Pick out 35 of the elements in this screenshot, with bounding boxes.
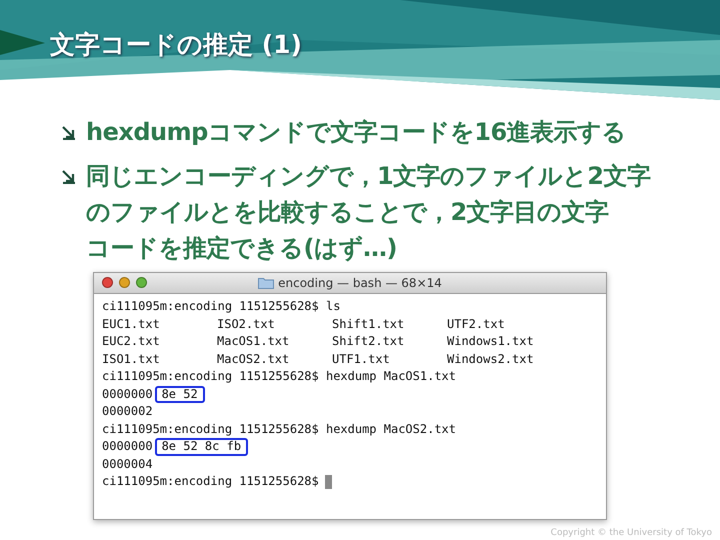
file-name: Windows1.txt [447, 333, 535, 350]
window-title: encoding — bash — 68×14 [278, 276, 442, 290]
file-name: ISO1.txt [102, 350, 161, 368]
text-cursor [324, 474, 332, 489]
terminal-line: ci111095m:encoding 1151255628$ hexdump MacOS1.txt [102, 368, 456, 385]
hex-offset: 0000000 [102, 438, 153, 455]
minimize-button[interactable] [119, 277, 130, 288]
file-name: MacOS2.txt [217, 350, 290, 368]
bullet-arrow-icon [62, 170, 76, 184]
file-name: ISO2.txt [217, 316, 276, 332]
highlighted-bytes: 8e 52 [154, 386, 205, 403]
highlighted-bytes: 8e 52 8c fb [154, 438, 248, 456]
zoom-button[interactable] [136, 277, 147, 288]
file-name: Shift2.txt [332, 333, 406, 350]
close-button[interactable] [102, 277, 113, 288]
file-name: Shift1.txt [332, 316, 406, 332]
bullet-text: のファイルとを比較することで，2文字目の文字 [86, 197, 610, 228]
slide-title: 文字コードの推定 (1) [49, 29, 302, 61]
terminal-line: 0000004 [102, 456, 153, 472]
terminal-prompt: ci111095m:encoding 1151255628$ [102, 473, 319, 490]
terminal-line: 0000002 [102, 403, 153, 420]
hex-offset: 0000000 [102, 386, 153, 402]
terminal-line: ci111095m:encoding 1151255628$ hexdump MacOS2.txt [102, 420, 456, 438]
bullet-arrow-icon [62, 126, 76, 140]
file-name: UTF2.txt [447, 316, 506, 332]
bullet-text: コードを推定できる(はず…) [86, 233, 398, 264]
folder-icon [258, 277, 274, 289]
terminal-line: ci111095m:encoding 1151255628$ ls [102, 298, 340, 315]
file-name: UTF1.txt [332, 350, 391, 368]
file-name: EUC1.txt [102, 316, 161, 332]
bullet-text: hexdumpコマンドで文字コードを16進表示する [86, 117, 626, 148]
file-name: EUC2.txt [102, 333, 161, 350]
copyright-text: Copyright © the University of Tokyo [550, 528, 712, 538]
file-name: MacOS1.txt [217, 333, 290, 350]
file-name: Windows2.txt [447, 350, 535, 368]
